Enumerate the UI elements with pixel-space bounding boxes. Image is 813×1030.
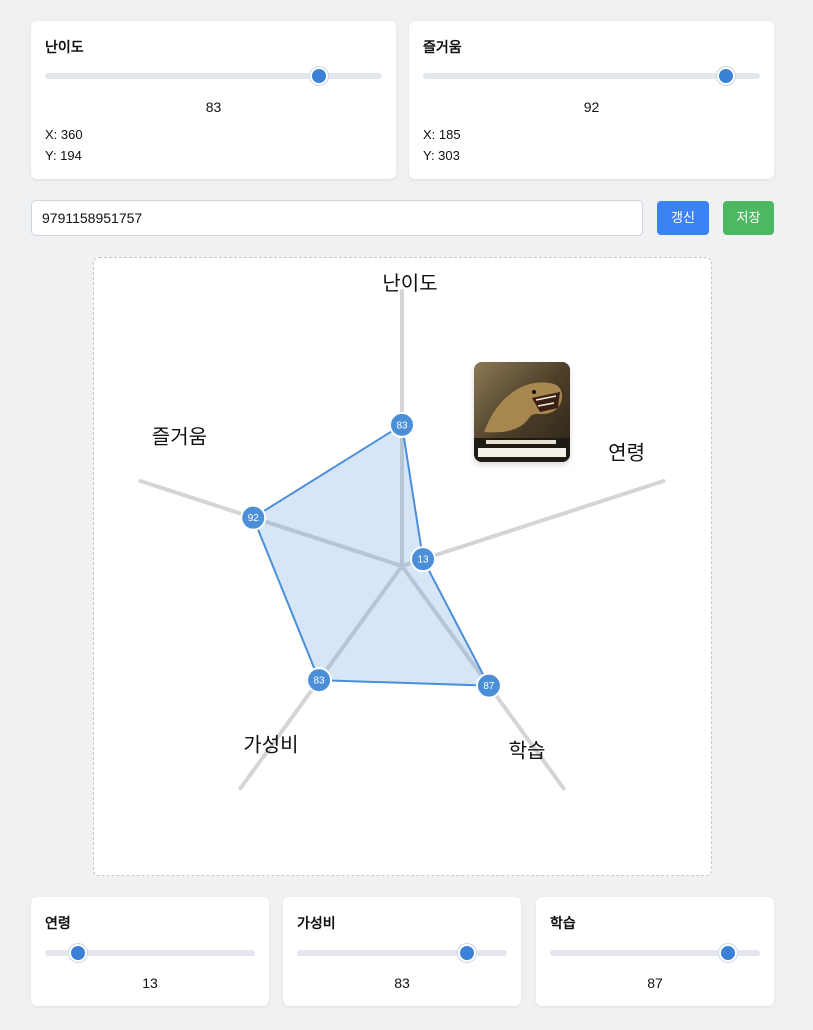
slider-value-age: 13 — [142, 975, 158, 991]
slider-card-difficulty: 난이도 83 X: 360 Y: 194 — [31, 21, 396, 179]
slider-thumb-age[interactable] — [69, 944, 87, 962]
axis-label-fun: 즐거움 — [152, 425, 207, 448]
axis-label-difficulty: 난이도 — [382, 272, 437, 295]
slider-label-difficulty: 난이도 — [45, 39, 84, 55]
coord-y-fun: Y: 303 — [423, 148, 460, 163]
slider-label-value: 가성비 — [297, 915, 336, 931]
dinosaur-cover-art — [474, 362, 570, 462]
coord-x-fun: X: 185 — [423, 127, 461, 142]
data-label-learning: 87 — [483, 681, 495, 692]
save-button[interactable]: 저장 — [723, 201, 774, 235]
slider-track-difficulty[interactable] — [45, 67, 382, 85]
slider-track-learning[interactable] — [550, 944, 760, 962]
slider-track-fun[interactable] — [423, 67, 760, 85]
slider-label-age: 연령 — [45, 915, 71, 931]
axis-label-learning: 학습 — [509, 740, 546, 763]
slider-value-difficulty: 83 — [205, 99, 222, 115]
slider-value-value: 83 — [394, 975, 410, 991]
series-area — [252, 423, 491, 687]
radar-chart-container: 83 13 87 83 92 난이도연령학습 가성비 즐거움 — [93, 257, 712, 876]
book-cover-image — [474, 362, 570, 462]
slider-label-learning: 학습 — [550, 915, 576, 931]
slider-thumb-fun[interactable] — [717, 67, 735, 85]
data-label-value: 83 — [314, 676, 326, 687]
radar-chart: 83 13 87 83 92 난이도연령학습 가성비 즐거움 — [138, 272, 666, 791]
data-label-age: 13 — [417, 555, 429, 566]
slider-card-age: 연령 13 — [31, 897, 269, 1006]
axis-label-value: 가성비 — [243, 734, 298, 757]
data-label-difficulty: 83 — [396, 420, 408, 431]
slider-thumb-difficulty[interactable] — [310, 67, 328, 85]
coord-x-difficulty: X: 360 — [45, 127, 83, 142]
slider-track-age[interactable] — [45, 944, 255, 962]
slider-card-value: 가성비 83 — [283, 897, 521, 1006]
slider-card-learning: 학습 87 — [536, 897, 774, 1006]
slider-thumb-learning[interactable] — [719, 944, 737, 962]
data-label-fun: 92 — [248, 513, 260, 524]
axis-line-age — [400, 479, 666, 568]
axis-label-age: 연령 — [608, 441, 645, 464]
coord-y-difficulty: Y: 194 — [45, 148, 82, 163]
slider-track-value[interactable] — [297, 944, 507, 962]
slider-label-fun: 즐거움 — [423, 39, 462, 55]
slider-value-learning: 87 — [647, 975, 663, 991]
slider-card-fun: 즐거움 92 X: 185 Y: 303 — [409, 21, 774, 179]
isbn-input[interactable] — [31, 200, 643, 236]
refresh-button[interactable]: 갱신 — [657, 201, 709, 235]
slider-value-fun: 92 — [583, 99, 600, 115]
slider-thumb-value[interactable] — [458, 944, 476, 962]
